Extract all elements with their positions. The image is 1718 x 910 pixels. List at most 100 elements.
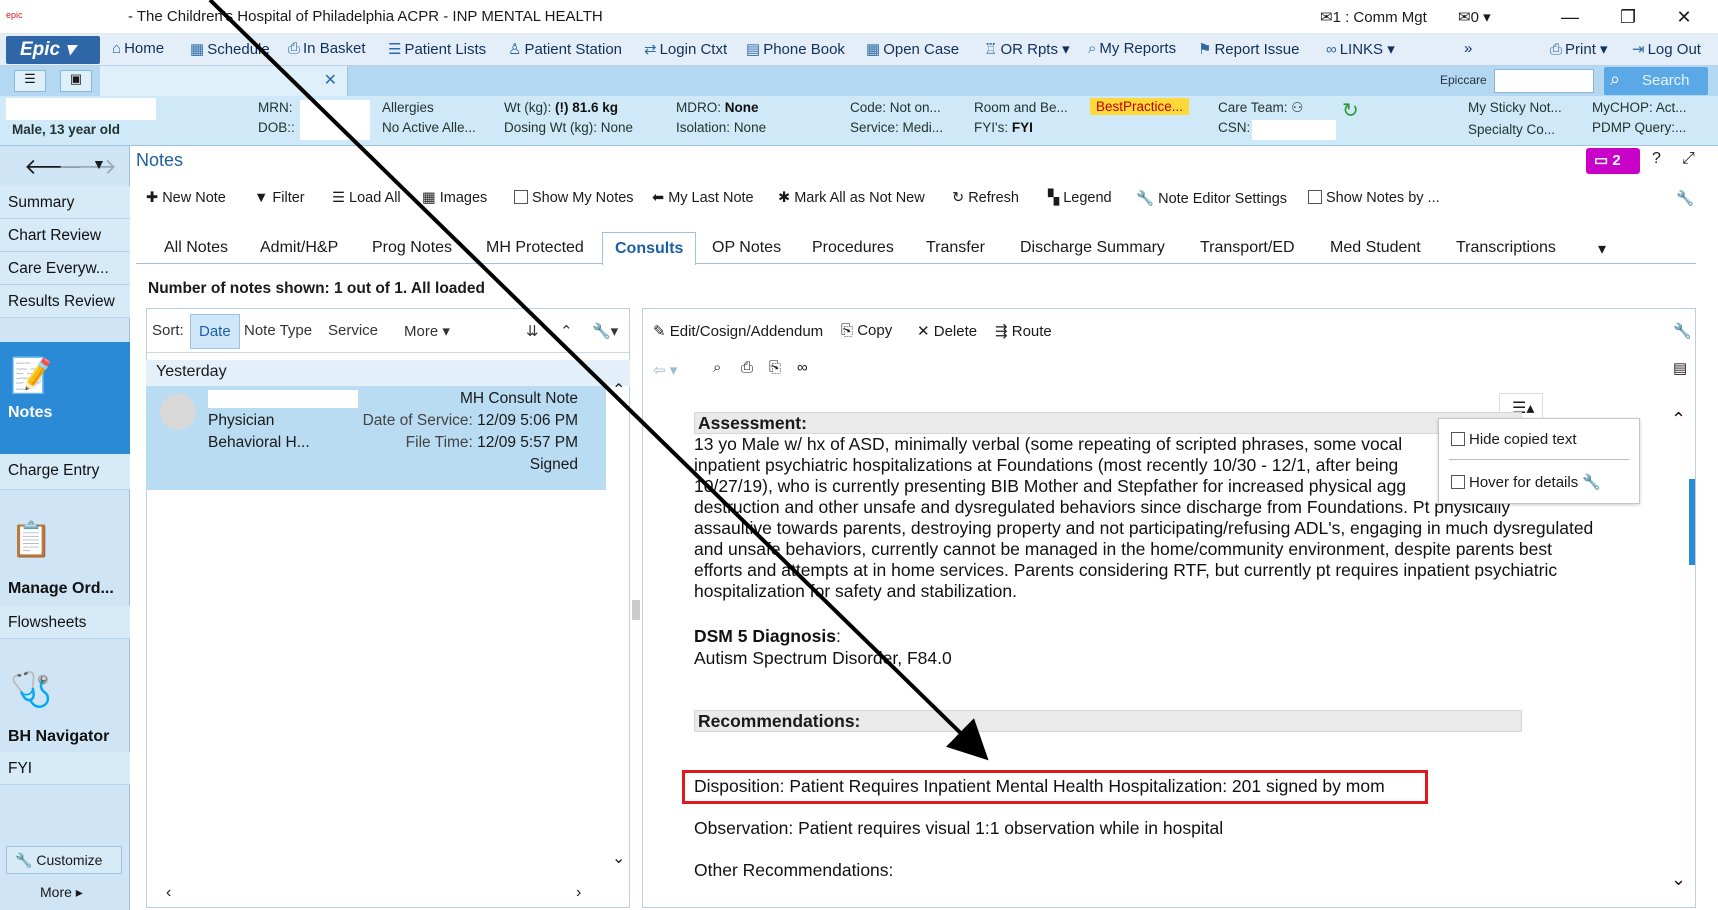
scroll-left-icon[interactable]: ‹	[166, 884, 171, 902]
close-tab-icon[interactable]: ✕	[324, 70, 337, 90]
minimize-button[interactable]: —	[1550, 4, 1590, 30]
allergies-value[interactable]: No Active Alle...	[382, 120, 476, 135]
menu-phone-book[interactable]: ▤ Phone Book	[746, 40, 845, 58]
search-box[interactable]: ⌕ Search	[1604, 67, 1708, 95]
tab-procedures[interactable]: Procedures	[812, 239, 894, 257]
images-button[interactable]: ▦ Images	[422, 190, 487, 206]
tab-med-student[interactable]: Med Student	[1330, 239, 1421, 257]
back-icon[interactable]: ⇦ ▾	[653, 361, 677, 379]
menu-schedule[interactable]: ▦ Schedule	[190, 40, 270, 58]
mychop-status[interactable]: MyCHOP: Act...	[1592, 100, 1687, 115]
scroll-up-icon[interactable]: ⌃	[612, 380, 625, 400]
copy-doc-icon[interactable]: ⎘	[769, 359, 781, 376]
nav-flowsheets[interactable]: Flowsheets	[0, 606, 130, 639]
specialty-comments[interactable]: Specialty Co...	[1468, 122, 1555, 137]
nav-manage-orders[interactable]: Manage Ord...	[0, 576, 130, 602]
load-all-button[interactable]: ☰ Load All	[332, 190, 401, 206]
list-view-icon[interactable]: ☰	[14, 70, 46, 92]
delete-button[interactable]: ✕ Delete	[917, 322, 977, 340]
link-icon[interactable]: ∞	[797, 359, 808, 376]
toolbar-wrench-icon[interactable]: 🔧	[1676, 190, 1694, 207]
doc-scroll-down-icon[interactable]: ⌄	[1671, 869, 1686, 890]
menu-print[interactable]: ⎙ Print ▾	[1550, 40, 1608, 58]
more-button[interactable]: More ▸	[6, 880, 122, 906]
pdmp-query[interactable]: PDMP Query:...	[1592, 120, 1686, 135]
nav-bh-navigator[interactable]: BH Navigator	[0, 724, 130, 750]
collapse-list-icon[interactable]: ⌃	[560, 322, 573, 340]
sidebar-icon[interactable]: ▤	[1673, 359, 1687, 377]
refresh-button[interactable]: ↻ Refresh	[952, 190, 1019, 206]
customize-button[interactable]: 🔧 Customize	[6, 846, 122, 874]
tab-consults[interactable]: Consults	[602, 232, 697, 265]
service[interactable]: Service: Medi...	[850, 120, 943, 135]
room-bed[interactable]: Room and Be...	[974, 100, 1068, 115]
find-icon[interactable]: ⌕	[713, 359, 721, 376]
history-dropdown-icon[interactable]: ▼	[92, 156, 106, 172]
new-note-button[interactable]: ✚ New Note	[146, 190, 226, 206]
forward-arrow-icon[interactable]: 🡒	[58, 154, 117, 180]
filter-button[interactable]: ▼ Filter	[254, 190, 305, 206]
tab-all-notes[interactable]: All Notes	[164, 239, 228, 257]
bestpractice-badge[interactable]: BestPractice...	[1090, 98, 1190, 115]
menu-log-out[interactable]: ⇥ Log Out	[1632, 40, 1701, 58]
nav-chart-review[interactable]: Chart Review	[0, 219, 130, 252]
mark-not-new-button[interactable]: ✱ Mark All as Not New	[778, 190, 925, 206]
sort-service[interactable]: Service	[328, 322, 378, 339]
menu-patient-station[interactable]: ♙ Patient Station	[508, 40, 622, 58]
menu-or-rpts[interactable]: ♖ OR Rpts ▾	[984, 40, 1070, 58]
scroll-right-icon[interactable]: ›	[576, 884, 581, 902]
doc-scroll-up-icon[interactable]: ⌃	[1671, 409, 1686, 430]
tab-discharge-summary[interactable]: Discharge Summary	[1020, 239, 1165, 257]
print-icon[interactable]: ⎙	[741, 359, 753, 376]
expand-icon[interactable]: ⤢	[1682, 150, 1695, 168]
list-wrench-icon[interactable]: 🔧▾	[592, 322, 618, 340]
comm-mgt[interactable]: ✉1 : Comm Mgt	[1320, 8, 1427, 26]
copy-button[interactable]: ⎘ Copy	[841, 322, 892, 339]
chart-view-icon[interactable]: ▣	[60, 70, 92, 92]
menu-overflow[interactable]: »	[1464, 40, 1472, 57]
nav-charge-entry[interactable]: Charge Entry	[0, 454, 130, 490]
menu-login-ctxt[interactable]: ⇄ Login Ctxt	[644, 40, 727, 58]
tab-transfer[interactable]: Transfer	[926, 239, 985, 257]
my-last-note-button[interactable]: ⬅ My Last Note	[652, 190, 754, 206]
pane-splitter[interactable]	[632, 600, 640, 620]
nav-results-review[interactable]: Results Review	[0, 285, 130, 318]
help-icon[interactable]: ?	[1652, 150, 1661, 168]
route-button[interactable]: ⇶ Route	[995, 322, 1052, 340]
close-window-button[interactable]: ✕	[1664, 4, 1704, 30]
doc-scrollbar[interactable]	[1689, 479, 1695, 565]
restore-button[interactable]: ❐	[1608, 4, 1648, 30]
sort-more[interactable]: More ▾	[404, 322, 450, 340]
nav-fyi[interactable]: FYI	[0, 752, 130, 785]
viewer-wrench-icon[interactable]: 🔧	[1673, 322, 1692, 340]
menu-home[interactable]: ⌂ Home	[112, 40, 164, 57]
nav-notes[interactable]: 📝 Notes	[0, 342, 130, 460]
sticky-note[interactable]: My Sticky Not...	[1468, 100, 1562, 115]
nav-summary[interactable]: Summary	[0, 186, 130, 219]
menu-report-issue[interactable]: ⚑ Report Issue	[1198, 40, 1300, 58]
note-list-item[interactable]: MH Consult Note Physician Date of Servic…	[146, 386, 606, 490]
mail-count[interactable]: ✉0 ▾	[1458, 8, 1491, 26]
tab-mh-protected[interactable]: MH Protected	[486, 239, 584, 257]
menu-in-basket[interactable]: ⎙ In Basket	[288, 40, 366, 57]
refresh-icon[interactable]: ↻	[1342, 98, 1359, 123]
sort-date[interactable]: Date	[190, 314, 240, 349]
tabs-overflow-icon[interactable]: ▾	[1598, 239, 1606, 259]
tab-admit-hp[interactable]: Admit/H&P	[260, 239, 338, 257]
expand-list-icon[interactable]: ⇊	[526, 322, 539, 340]
code-status[interactable]: Code: Not on...	[850, 100, 941, 115]
secure-chat-badge[interactable]: ▭ 2	[1586, 148, 1640, 174]
nav-care-everywhere[interactable]: Care Everyw...	[0, 252, 130, 285]
fyi-flags[interactable]: FYI's: FYI	[974, 120, 1033, 135]
show-my-notes-checkbox[interactable]: Show My Notes	[514, 190, 634, 206]
epic-menu-button[interactable]: Epic ▾	[6, 36, 100, 64]
hide-copied-text-checkbox[interactable]: Hide copied text	[1451, 431, 1577, 448]
sort-note-type[interactable]: Note Type	[244, 322, 312, 339]
patient-workspace-tab[interactable]: ✕	[100, 66, 348, 96]
tab-transport-ed[interactable]: Transport/ED	[1200, 239, 1295, 257]
epiccare-field[interactable]	[1494, 69, 1594, 93]
show-notes-by-checkbox[interactable]: Show Notes by ...	[1308, 190, 1440, 206]
menu-open-case[interactable]: ▦ Open Case	[866, 40, 959, 58]
menu-my-reports[interactable]: ⌕ My Reports	[1088, 40, 1176, 57]
allergies-label[interactable]: Allergies	[382, 100, 434, 115]
